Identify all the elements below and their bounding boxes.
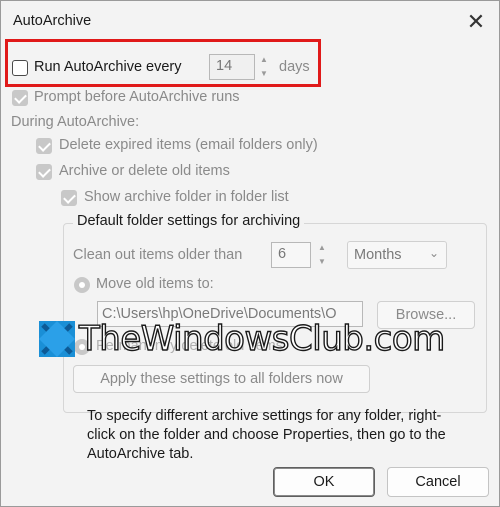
highlight-box [5,39,321,87]
close-icon: ✕ [466,9,486,34]
title-bar: AutoArchive ✕ [1,1,499,43]
period-dropdown[interactable]: Months ⌄ [347,241,447,269]
apply-all-folders-button[interactable]: Apply these settings to all folders now [73,365,370,393]
permanently-delete-label: Permanently delete old items [96,338,283,354]
clean-out-spinner[interactable]: ▲ ▼ [315,242,329,268]
dialog-title: AutoArchive [13,13,92,29]
apply-all-folders-label: Apply these settings to all folders now [100,371,343,387]
ok-label: OK [313,474,335,490]
move-old-label: Move old items to: [96,276,214,292]
delete-expired-label: Delete expired items (email folders only… [59,137,318,153]
archive-delete-old-label: Archive or delete old items [59,163,230,179]
info-note: To specify different archive settings fo… [87,408,446,462]
prompt-before-label: Prompt before AutoArchive runs [34,89,240,105]
spin-up-icon[interactable]: ▲ [318,242,326,254]
move-old-radio[interactable] [74,277,90,293]
spin-down-icon[interactable]: ▼ [318,256,326,268]
period-selected: Months [354,247,402,263]
cancel-button[interactable]: Cancel [387,467,489,497]
browse-button[interactable]: Browse... [377,301,475,329]
browse-label: Browse... [395,307,457,323]
prompt-before-checkbox[interactable] [12,90,28,106]
during-autoarchive-label: During AutoArchive: [11,114,140,130]
delete-expired-checkbox[interactable] [36,138,52,154]
permanently-delete-radio[interactable] [74,339,90,355]
clean-out-label: Clean out items older than [73,247,243,263]
close-button[interactable]: ✕ [463,9,489,35]
clean-out-input[interactable]: 6 [271,242,311,268]
default-settings-legend: Default folder settings for archiving [73,213,305,229]
archive-delete-old-checkbox[interactable] [36,164,52,180]
show-archive-folder-label: Show archive folder in folder list [84,189,289,205]
autoarchive-dialog: AutoArchive ✕ Run AutoArchive every 14 ▲… [0,0,500,507]
cancel-label: Cancel [415,474,461,490]
show-archive-folder-checkbox[interactable] [61,190,77,206]
clean-out-value: 6 [278,246,287,262]
chevron-down-icon: ⌄ [428,246,439,260]
archive-path-input[interactable]: C:\Users\hp\OneDrive\Documents\O [97,301,363,327]
archive-path-value: C:\Users\hp\OneDrive\Documents\O [102,306,337,322]
ok-button[interactable]: OK [273,467,375,497]
